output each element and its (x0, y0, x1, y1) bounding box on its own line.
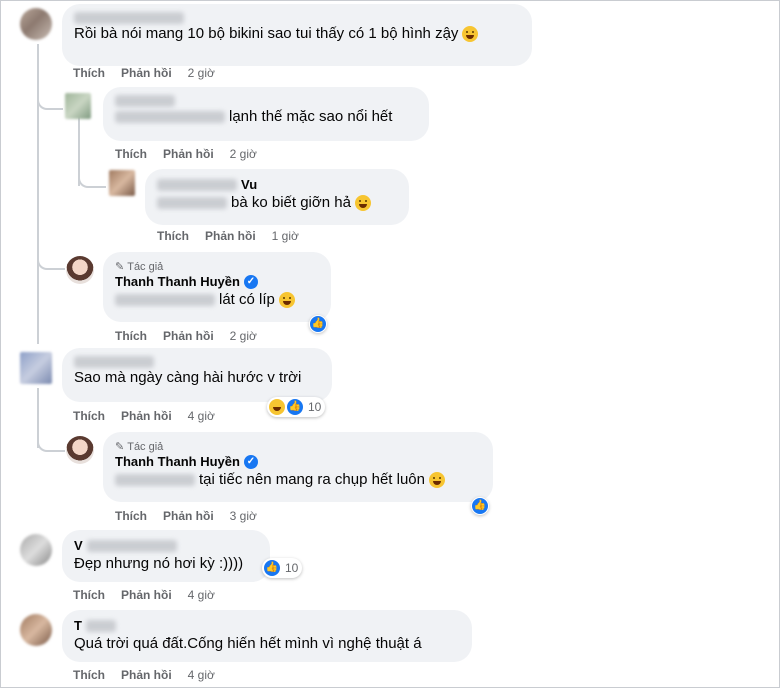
pencil-icon: ✎ (115, 441, 125, 453)
comment-time[interactable]: 4 giờ (188, 668, 215, 682)
comment-actions: Thích Phản hồi 1 giờ (157, 229, 299, 243)
comment-bubble: Rồi bà nói mang 10 bộ bikini sao tui thấ… (62, 4, 532, 66)
reaction-summary[interactable]: 👍 (309, 315, 327, 333)
crying-laugh-emoji-icon (462, 26, 479, 42)
like-reaction-icon: 👍 (472, 498, 488, 514)
reply-button[interactable]: Phản hồi (205, 229, 256, 243)
comment-bubble: V Đẹp nhưng nó hơi kỳ :)))) (62, 530, 270, 582)
comment-text: Rồi bà nói mang 10 bộ bikini sao tui thấ… (74, 24, 520, 44)
comment-bubble: Sao mà ngày càng hài hước v trời (62, 348, 332, 402)
comment-time[interactable]: 4 giờ (188, 409, 215, 423)
avatar[interactable] (65, 93, 91, 119)
comment-actions: Thích Phản hồi 2 giờ (115, 147, 257, 161)
avatar[interactable] (66, 436, 94, 464)
comment-time[interactable]: 2 giờ (188, 66, 215, 80)
like-reaction-icon: 👍 (287, 399, 303, 415)
reaction-summary[interactable]: 👍 10 (262, 558, 303, 578)
commenter-name[interactable]: V (74, 538, 258, 554)
laughing-emoji-icon (278, 292, 295, 308)
like-button[interactable]: Thích (73, 668, 105, 682)
reaction-summary[interactable]: 👍 (471, 497, 489, 515)
reply-button[interactable]: Phản hồi (121, 66, 172, 80)
comment-text: Sao mà ngày càng hài hước v trời (74, 369, 302, 386)
reply-button[interactable]: Phản hồi (163, 509, 214, 523)
comment-actions: Thích Phản hồi 2 giờ (115, 329, 257, 343)
comment-time[interactable]: 4 giờ (188, 588, 215, 602)
comment-text: lạnh thế mặc sao nổi hết (115, 107, 417, 127)
avatar[interactable] (20, 614, 52, 646)
comment-bubble: T Quá trời quá đất.Cống hiến hết mình vì… (62, 610, 472, 662)
commenter-name[interactable] (115, 95, 417, 107)
like-button[interactable]: Thích (73, 409, 105, 423)
avatar[interactable] (20, 352, 52, 384)
avatar[interactable] (20, 8, 52, 40)
reaction-count: 10 (285, 561, 299, 575)
commenter-name[interactable]: T (74, 618, 460, 634)
comment-text: bà ko biết giỡn hả (157, 193, 397, 213)
commenter-name[interactable]: Thanh Thanh Huyền ✓ (115, 454, 481, 470)
verified-badge-icon: ✓ (243, 455, 258, 469)
comment-text: Quá trời quá đất.Cống hiến hết mình vì n… (74, 635, 422, 652)
author-badge: ✎ Tác giả (115, 261, 164, 273)
comment-bubble: ✎ Tác giả Thanh Thanh Huyền ✓ lát có líp (103, 252, 331, 322)
comment-actions: Thích Phản hồi 2 giờ (73, 66, 215, 80)
avatar[interactable] (109, 170, 135, 196)
like-button[interactable]: Thích (115, 329, 147, 343)
comment-bubble: lạnh thế mặc sao nổi hết (103, 87, 429, 141)
laughing-emoji-icon (428, 472, 445, 488)
like-reaction-icon: 👍 (310, 316, 326, 332)
pencil-icon: ✎ (115, 261, 125, 273)
commenter-name[interactable]: Thanh Thanh Huyền ✓ (115, 274, 319, 290)
like-button[interactable]: Thích (73, 588, 105, 602)
like-reaction-icon: 👍 (264, 560, 280, 576)
thread-elbow (78, 164, 106, 188)
comment-text: tại tiếc nên mang ra chụp hết luôn (115, 470, 481, 490)
thread-elbow (37, 428, 65, 452)
like-button[interactable]: Thích (73, 66, 105, 80)
comment-text: Đẹp nhưng nó hơi kỳ :)))) (74, 555, 244, 572)
commenter-name[interactable] (74, 356, 320, 368)
reply-button[interactable]: Phản hồi (163, 147, 214, 161)
reaction-count: 10 (308, 400, 322, 414)
comment-time[interactable]: 2 giờ (230, 147, 257, 161)
comment-time[interactable]: 1 giờ (272, 229, 299, 243)
reaction-summary[interactable]: 👍 10 (267, 397, 326, 417)
commenter-name[interactable] (74, 12, 520, 24)
comment-actions: Thích Phản hồi 4 giờ (73, 668, 215, 682)
comment-time[interactable]: 2 giờ (230, 329, 257, 343)
laughing-emoji-icon (269, 399, 285, 415)
reply-button[interactable]: Phản hồi (121, 668, 172, 682)
like-button[interactable]: Thích (115, 509, 147, 523)
comment-actions: Thích Phản hồi 4 giờ (73, 588, 215, 602)
comment-text: lát có líp (115, 290, 319, 310)
comment-bubble: ✎ Tác giả Thanh Thanh Huyền ✓ tại tiếc nên… (103, 432, 493, 502)
like-button[interactable]: Thích (115, 147, 147, 161)
commenter-name[interactable]: Vu (157, 177, 397, 193)
avatar[interactable] (66, 256, 94, 284)
like-button[interactable]: Thích (157, 229, 189, 243)
comment-actions: Thích Phản hồi 3 giờ (115, 509, 257, 523)
thread-elbow (37, 246, 65, 270)
reply-button[interactable]: Phản hồi (121, 409, 172, 423)
avatar[interactable] (20, 534, 52, 566)
crying-laugh-emoji-icon (354, 195, 371, 211)
verified-badge-icon: ✓ (243, 275, 258, 289)
author-badge: ✎ Tác giả (115, 441, 164, 453)
reply-button[interactable]: Phản hồi (121, 588, 172, 602)
comment-actions: Thích Phản hồi 4 giờ (73, 409, 215, 423)
comment-bubble: Vu bà ko biết giỡn hả (145, 169, 409, 225)
comment-time[interactable]: 3 giờ (230, 509, 257, 523)
reply-button[interactable]: Phản hồi (163, 329, 214, 343)
thread-elbow (37, 86, 63, 110)
